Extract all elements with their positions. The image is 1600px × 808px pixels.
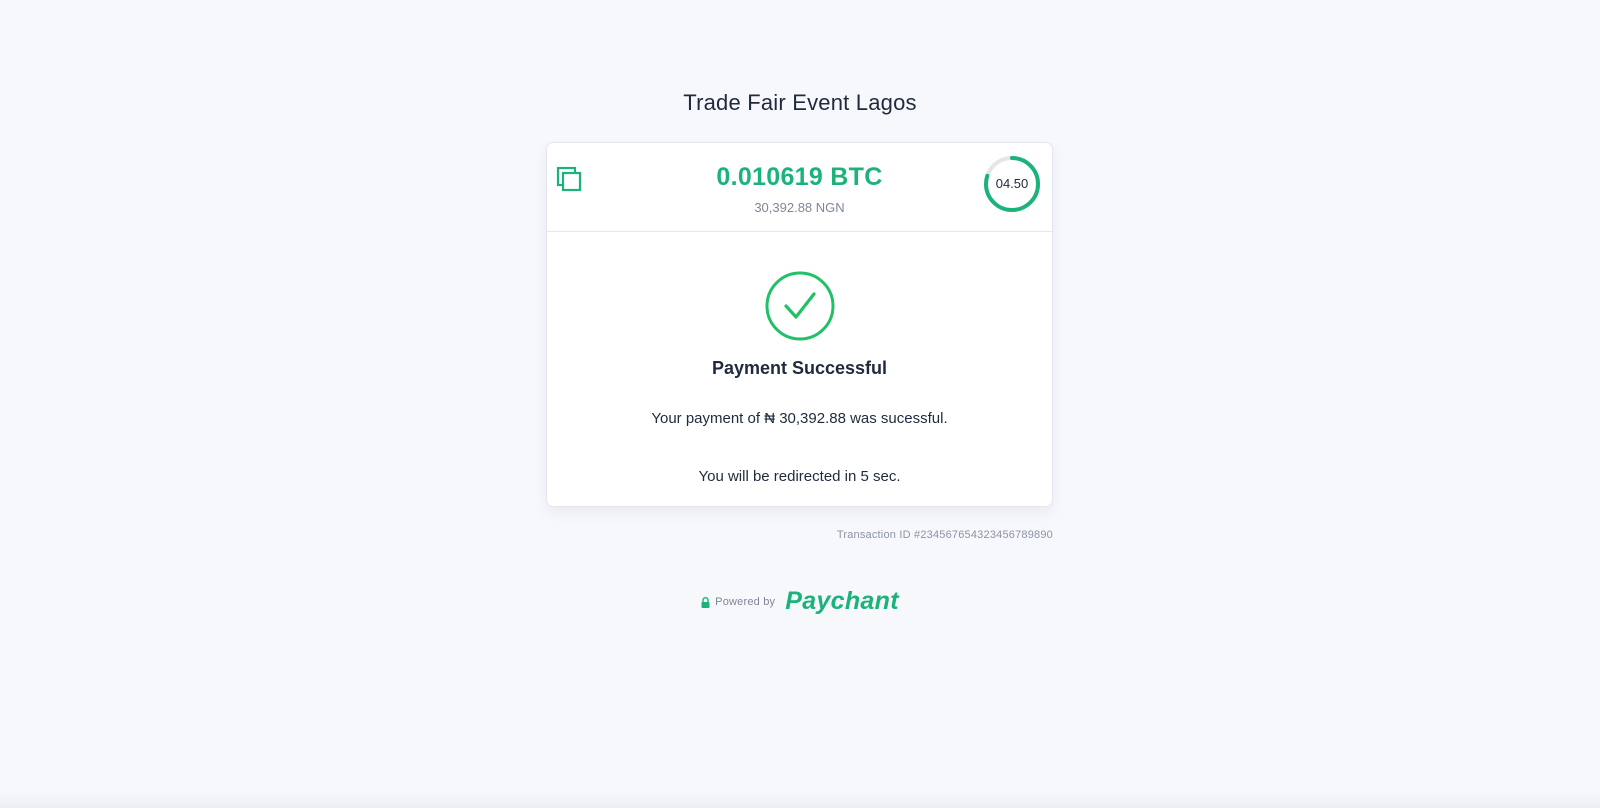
payment-message: Your payment of ₦ 30,392.88 was sucessfu… [651, 410, 948, 427]
powered-by-footer: Powered by Paychant [0, 587, 1600, 616]
crypto-amount: 0.010619 BTC [716, 163, 883, 191]
payment-card-body: Payment Successful Your payment of ₦ 30,… [547, 232, 1052, 507]
brand-logo[interactable]: Paychant [785, 587, 899, 616]
transaction-id: Transaction ID #2345676543234567898​90 [836, 529, 1053, 541]
fiat-amount: 30,392.88 NGN [754, 200, 845, 215]
event-title: Trade Fair Event Lagos [683, 90, 917, 115]
bottom-shade [0, 790, 1600, 808]
payment-card: 0.010619 BTC 30,392.88 NGN 04.50 Payment… [546, 142, 1053, 507]
powered-by-label: Powered by [715, 595, 776, 608]
payment-status-title: Payment Successful [711, 358, 888, 378]
payment-page: Trade Fair Event Lagos 0.010619 BTC 30,3… [0, 0, 1600, 808]
countdown-label: 04.50 [995, 176, 1029, 191]
countdown-timer: 04.50 [982, 154, 1042, 214]
lock-icon [701, 596, 710, 608]
check-circle-icon [764, 270, 836, 342]
redirect-message: You will be redirected in 5 sec. [698, 468, 901, 485]
payment-card-header: 0.010619 BTC 30,392.88 NGN 04.50 [547, 143, 1052, 232]
